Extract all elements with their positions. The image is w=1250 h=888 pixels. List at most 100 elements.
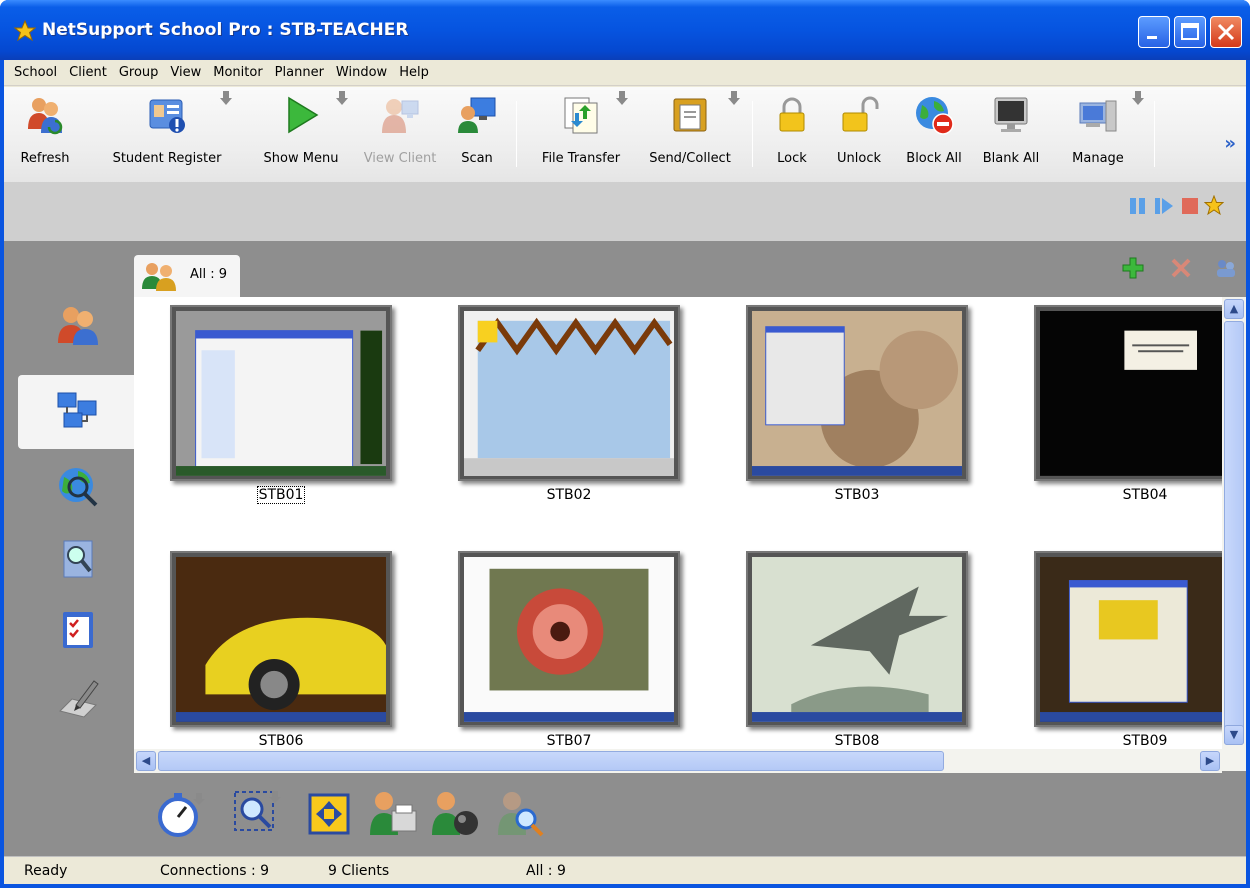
toolbar-separator xyxy=(752,101,753,167)
menu-school[interactable]: School xyxy=(8,62,63,84)
close-icon xyxy=(1217,23,1235,41)
scan-icon xyxy=(458,97,496,133)
sidebar-clients[interactable] xyxy=(18,289,134,363)
client-thumbnail-stb04[interactable] xyxy=(1034,305,1246,481)
manage-computer-icon xyxy=(1079,100,1117,132)
file-transfer-button[interactable]: File Transfer xyxy=(526,93,636,175)
sidebar-applications[interactable] xyxy=(18,523,134,597)
sidebar-thumbnails[interactable] xyxy=(18,375,134,449)
horizontal-scrollbar[interactable]: ◀ ▶ xyxy=(134,749,1222,773)
scroll-left-button[interactable]: ◀ xyxy=(136,751,156,771)
horizontal-scroll-thumb[interactable] xyxy=(158,751,944,771)
group-tabstrip: All : 9 xyxy=(134,241,1246,297)
send-collect-dropdown-icon[interactable] xyxy=(728,91,740,105)
bottom-toolbar xyxy=(134,773,1246,856)
stop-icon[interactable] xyxy=(1180,195,1200,217)
client-thumbnail-stb07[interactable] xyxy=(458,551,680,727)
client-label-stb09[interactable]: STB09 xyxy=(1034,733,1246,749)
delete-group-icon[interactable] xyxy=(1170,257,1192,279)
lock-label: Lock xyxy=(777,151,807,166)
student-register-button[interactable]: Student Register xyxy=(96,93,238,175)
jet-desktop-screenshot xyxy=(752,557,962,722)
view-client-label: View Client xyxy=(363,151,437,166)
step-forward-icon[interactable] xyxy=(1154,195,1174,217)
vertical-scrollbar[interactable]: ▲ ▼ xyxy=(1222,297,1246,771)
client-label-stb02[interactable]: STB02 xyxy=(458,487,680,503)
stopwatch-icon[interactable] xyxy=(156,789,206,839)
sidebar-internet[interactable] xyxy=(18,451,134,525)
add-group-icon[interactable] xyxy=(1122,257,1144,279)
sidebar-surveys[interactable] xyxy=(18,593,134,667)
maximize-button[interactable] xyxy=(1174,16,1206,48)
send-collect-button[interactable]: Send/Collect xyxy=(638,93,742,175)
file-transfer-dropdown-icon[interactable] xyxy=(616,91,628,105)
user-printer-icon[interactable] xyxy=(368,789,418,839)
sidebar-tests[interactable] xyxy=(18,661,134,735)
lock-button[interactable]: Lock xyxy=(768,93,816,175)
minimize-icon xyxy=(1147,36,1157,39)
vertical-scroll-thumb[interactable] xyxy=(1224,321,1244,745)
show-menu-button[interactable]: Show Menu xyxy=(250,93,352,175)
scan-button[interactable]: Scan xyxy=(452,93,502,175)
refresh-button[interactable]: Refresh xyxy=(4,93,86,175)
manage-dropdown-icon[interactable] xyxy=(1132,91,1144,105)
menu-window[interactable]: Window xyxy=(330,62,393,84)
client-label-stb01[interactable]: STB01 xyxy=(170,486,392,504)
client-thumbnail-stb06[interactable] xyxy=(170,551,392,727)
menu-help[interactable]: Help xyxy=(393,62,435,84)
users-icon xyxy=(58,307,98,345)
zoom-select-icon[interactable] xyxy=(232,789,282,839)
send-collect-icon xyxy=(673,98,707,132)
menu-view[interactable]: View xyxy=(164,62,207,84)
puppies-desktop-screenshot xyxy=(752,311,962,476)
view-client-icon xyxy=(382,99,419,133)
toolbar-separator xyxy=(516,101,517,167)
title-bar[interactable]: NetSupport School Pro : STB-TEACHER xyxy=(0,0,1250,60)
pause-icon[interactable] xyxy=(1128,195,1148,217)
car-desktop-screenshot xyxy=(176,557,386,722)
client-thumbnail-grid: STB01 STB02 STB03 STB04 STB06 STB07 STB0… xyxy=(134,297,1246,771)
secondary-toolstrip xyxy=(4,182,1246,241)
client-thumbnail-stb03[interactable] xyxy=(746,305,968,481)
menu-planner[interactable]: Planner xyxy=(269,62,330,84)
document-search-icon xyxy=(63,540,93,578)
globe-search-icon xyxy=(59,468,98,507)
client-label-stb04[interactable]: STB04 xyxy=(1034,487,1246,503)
student-register-dropdown-icon[interactable] xyxy=(220,91,232,105)
scroll-right-button[interactable]: ▶ xyxy=(1200,751,1220,771)
scroll-up-button[interactable]: ▲ xyxy=(1224,299,1244,319)
client-thumbnail-stb02[interactable] xyxy=(458,305,680,481)
blank-all-button[interactable]: Blank All xyxy=(974,93,1048,175)
client-label-stb08[interactable]: STB08 xyxy=(746,733,968,749)
close-button[interactable] xyxy=(1210,16,1242,48)
minimize-button[interactable] xyxy=(1138,16,1170,48)
scroll-down-button[interactable]: ▼ xyxy=(1224,725,1244,745)
group-properties-icon[interactable] xyxy=(1214,257,1238,279)
user-disconnect-icon[interactable] xyxy=(430,789,480,839)
flower-slideshow-screenshot xyxy=(464,557,674,722)
user-search-icon[interactable] xyxy=(496,789,546,839)
unlock-button[interactable]: Unlock xyxy=(828,93,890,175)
client-thumbnail-stb09[interactable] xyxy=(1034,551,1246,727)
paint-screenshot xyxy=(464,311,674,476)
toolbar-overflow-chevron[interactable]: » xyxy=(1224,133,1236,154)
star-user-icon[interactable] xyxy=(1204,195,1224,217)
view-client-button[interactable]: View Client xyxy=(350,93,450,175)
fit-to-window-icon[interactable] xyxy=(304,789,354,839)
client-thumbnail-stb01[interactable] xyxy=(170,305,392,481)
refresh-label: Refresh xyxy=(20,151,70,166)
show-menu-dropdown-icon[interactable] xyxy=(336,91,348,105)
status-state: Ready xyxy=(24,863,68,879)
client-label-stb03[interactable]: STB03 xyxy=(746,487,968,503)
menu-client[interactable]: Client xyxy=(63,62,113,84)
menu-group[interactable]: Group xyxy=(113,62,165,84)
tab-all-group[interactable]: All : 9 xyxy=(134,255,240,297)
client-label-stb07[interactable]: STB07 xyxy=(458,733,680,749)
manage-button[interactable]: Manage xyxy=(1062,93,1134,175)
client-label-stb06[interactable]: STB06 xyxy=(170,733,392,749)
block-all-button[interactable]: Block All xyxy=(896,93,972,175)
client-thumbnail-stb08[interactable] xyxy=(746,551,968,727)
main-area: All : 9 STB01 STB02 STB03 STB04 STB06 ST… xyxy=(4,241,1246,856)
send-collect-label: Send/Collect xyxy=(649,151,731,166)
menu-monitor[interactable]: Monitor xyxy=(207,62,268,84)
